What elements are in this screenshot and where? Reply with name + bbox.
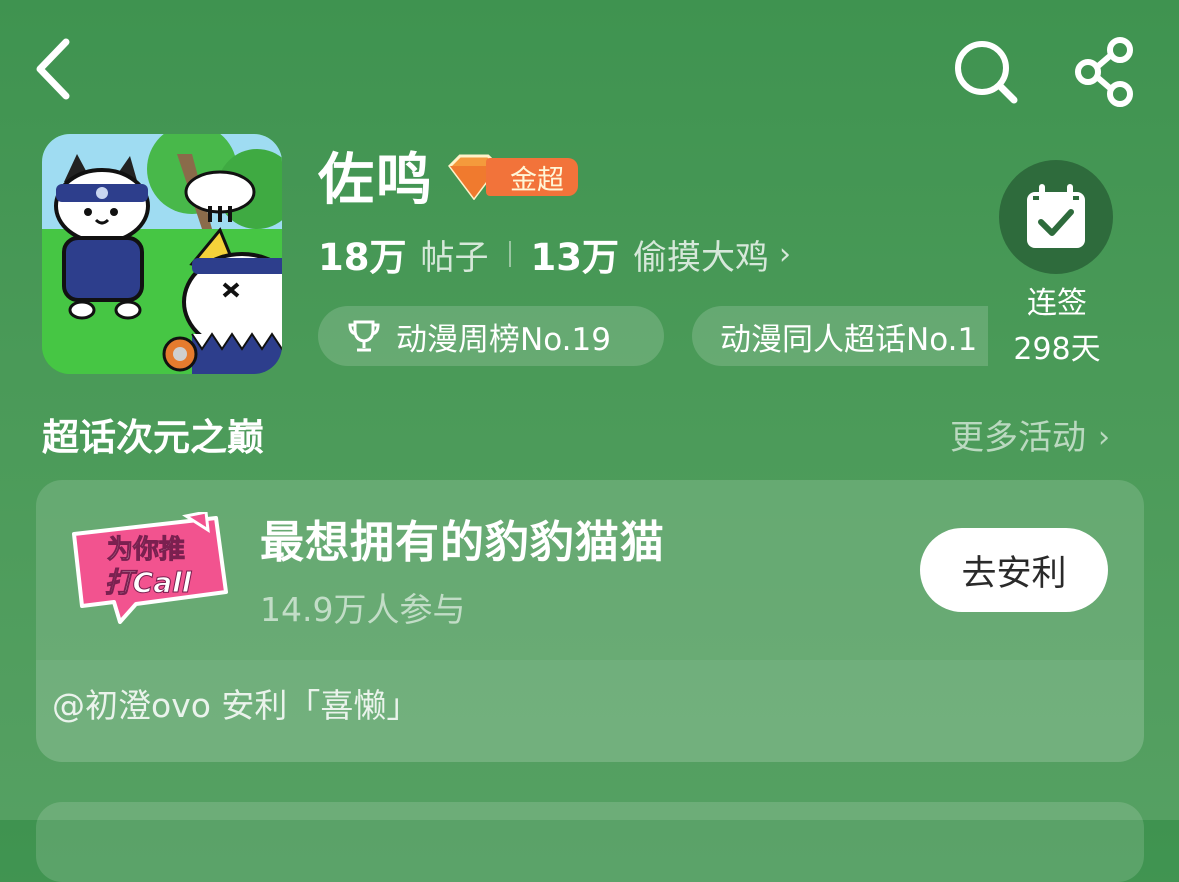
recommend-button[interactable]: 去安利	[920, 528, 1108, 612]
chevron-right-icon: ›	[779, 236, 791, 272]
topic-stats: 18万 帖子 13万 偷摸大鸡 ›	[318, 228, 791, 280]
checkin-label: 连签	[1027, 286, 1087, 321]
more-activities-link[interactable]: 更多活动 ›	[950, 414, 1110, 462]
stats-divider	[508, 241, 511, 267]
share-icon	[1075, 37, 1133, 107]
avatar-illustration	[42, 134, 282, 374]
search-icon	[955, 41, 1018, 104]
back-button[interactable]	[28, 34, 84, 104]
fan-topic-rank-label: 动漫同人超话No.1	[720, 321, 978, 358]
share-button[interactable]	[1068, 36, 1140, 108]
call-promo-badge: 为你推 打Call	[72, 512, 228, 624]
trophy-icon	[348, 320, 380, 352]
section-title: 超话次元之巅	[42, 416, 264, 459]
chevron-right-icon: ›	[1098, 420, 1110, 455]
badge-label: 金超	[486, 158, 578, 196]
posts-label: 帖子	[420, 237, 489, 278]
chevron-left-icon	[36, 38, 70, 100]
members-label[interactable]: 偷摸大鸡	[633, 230, 769, 279]
search-button[interactable]	[950, 36, 1022, 108]
checkin-days: 298天	[1013, 332, 1101, 367]
topic-avatar[interactable]	[42, 134, 282, 374]
promo-badge-line2: 打Call	[105, 566, 192, 599]
checkin-button[interactable]	[999, 160, 1113, 274]
activity-participants: 14.9万人参与	[260, 590, 466, 629]
gold-level-badge[interactable]: 金超	[446, 154, 578, 200]
posts-count: 18万	[318, 236, 407, 279]
activity-title[interactable]: 最想拥有的豹豹猫猫	[260, 512, 665, 574]
fan-topic-rank-chip[interactable]: 动漫同人超话No.1	[692, 306, 988, 366]
promo-badge-line1: 为你推	[107, 535, 185, 565]
next-card-peek	[36, 802, 1144, 882]
more-activities-label: 更多活动	[950, 418, 1086, 458]
calendar-check-icon	[1027, 184, 1085, 248]
activity-footer-text[interactable]: @初澄ovo 安利「喜懒」	[52, 682, 419, 730]
members-count[interactable]: 13万	[531, 227, 620, 281]
weekly-rank-label: 动漫周榜No.19	[396, 321, 611, 358]
topic-title: 佐鸣	[318, 148, 434, 213]
weekly-rank-chip[interactable]: 动漫周榜No.19	[318, 306, 664, 366]
